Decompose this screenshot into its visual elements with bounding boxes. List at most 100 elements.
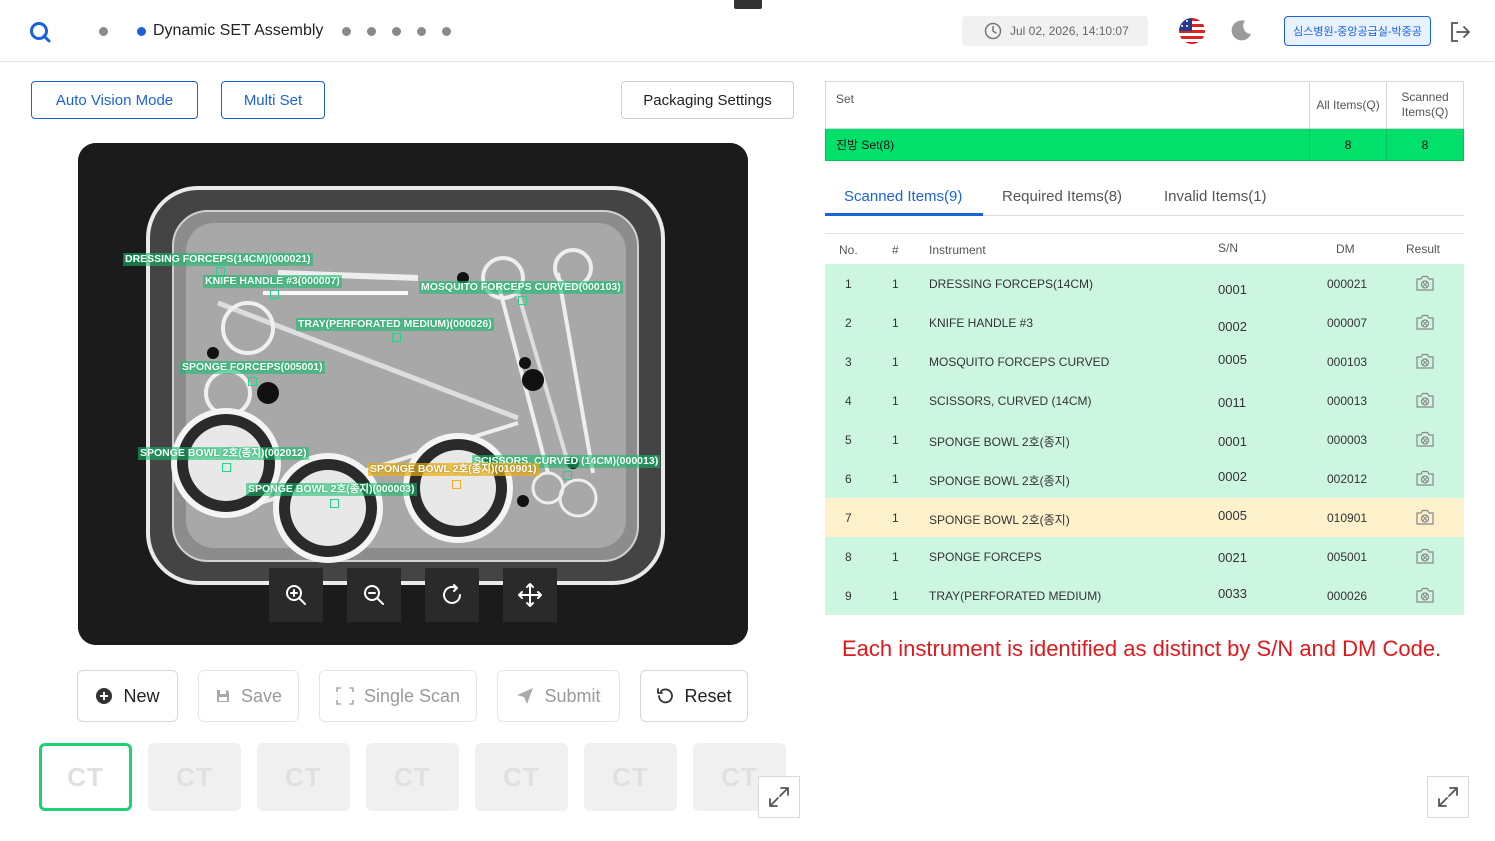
ct-tile[interactable]: CT [475,743,568,811]
reset-button[interactable]: Reset [640,670,748,722]
result-column-header: Result [1406,242,1441,256]
row-count: 1 [892,394,899,408]
single-scan-button-label: Single Scan [363,685,461,706]
detection-label: SPONGE BOWL 2호(종지)(002012) [138,447,309,460]
camera-result-icon[interactable] [1415,430,1435,451]
ct-tile[interactable]: CT [366,743,459,811]
row-count: 1 [892,277,899,291]
row-count: 1 [892,316,899,330]
scan-frame-icon [336,687,354,705]
dm-column-header: DM [1336,242,1355,256]
set-name-cell: 진방 Set(8) [824,128,1311,161]
row-sn: 0001 [1218,282,1247,297]
step-indicator-active[interactable] [137,27,146,36]
step-indicator[interactable] [367,27,376,36]
table-row[interactable]: 8 1 SPONGE FORCEPS 0021 005001 [825,537,1464,576]
step-indicator[interactable] [99,27,108,36]
tab-scanned-items[interactable]: Scanned Items(9) [844,188,962,205]
camera-result-icon[interactable] [1415,547,1435,568]
table-row[interactable]: 3 1 MOSQUITO FORCEPS CURVED 0005 000103 [825,342,1464,381]
app-logo-icon[interactable] [28,20,52,44]
multi-set-button[interactable]: Multi Set [221,81,325,119]
detection-marker [563,471,572,480]
set-column-header: Set [824,81,1311,129]
table-row[interactable]: 9 1 TRAY(PERFORATED MEDIUM) 0033 000026 [825,576,1464,615]
move-icon [518,583,542,607]
row-instrument: TRAY(PERFORATED MEDIUM) [929,589,1102,603]
tray-image [78,143,748,645]
ct-tile[interactable]: CT [257,743,350,811]
row-no: 9 [845,589,852,603]
step-indicator[interactable] [417,27,426,36]
camera-result-icon[interactable] [1415,586,1435,607]
items-tabs: Scanned Items(9) Required Items(8) Inval… [825,178,1464,216]
camera-result-icon[interactable] [1415,469,1435,490]
top-handle [734,0,762,9]
submit-button[interactable]: Submit [497,670,620,722]
table-row[interactable]: 7 1 SPONGE BOWL 2호(종지) 0005 010901 [825,498,1464,537]
ct-tile[interactable]: CT [584,743,677,811]
row-instrument: SPONGE FORCEPS [929,550,1042,564]
moon-theme-icon[interactable] [1228,18,1254,44]
row-no: 3 [845,355,852,369]
tab-required-items[interactable]: Required Items(8) [1002,188,1122,205]
user-badge[interactable]: 심스병원-중앙공급실-박중공 [1284,16,1431,46]
zoom-out-icon [364,585,384,605]
row-no: 8 [845,550,852,564]
detection-marker [330,499,339,508]
camera-result-icon[interactable] [1415,352,1435,373]
camera-result-icon[interactable] [1415,313,1435,334]
table-row[interactable]: 5 1 SPONGE BOWL 2호(종지) 0001 000003 [825,420,1464,459]
table-row[interactable]: 4 1 SCISSORS, CURVED (14CM) 0011 000013 [825,381,1464,420]
row-instrument: SPONGE BOWL 2호(종지) [929,474,1070,488]
row-sn: 0002 [1218,469,1247,484]
zoom-in-button[interactable] [269,568,323,622]
step-indicator[interactable] [342,27,351,36]
table-row[interactable]: 1 1 DRESSING FORCEPS(14CM) 0001 000021 [825,264,1464,303]
detection-label: DRESSING FORCEPS(14CM)(000021) [123,253,313,266]
packaging-settings-button[interactable]: Packaging Settings [621,81,794,119]
single-scan-button[interactable]: Single Scan [319,670,477,722]
app-root: Dynamic SET Assembly Jul 02, 2026, 14:10… [0,0,1495,841]
zoom-out-button[interactable] [347,568,401,622]
all-items-cell: 8 [1309,128,1388,161]
expand-left-button[interactable] [758,776,800,818]
pan-button[interactable] [503,568,557,622]
ct-tile-active[interactable]: CT [39,743,132,811]
table-row[interactable]: 6 1 SPONGE BOWL 2호(종지) 0002 002012 [825,459,1464,498]
save-button[interactable]: Save [198,670,299,722]
detection-marker [270,290,279,299]
tab-invalid-items[interactable]: Invalid Items(1) [1164,188,1267,205]
auto-vision-mode-button[interactable]: Auto Vision Mode [31,81,198,119]
step-indicator[interactable] [442,27,451,36]
refresh-button[interactable] [425,568,479,622]
camera-result-icon[interactable] [1415,391,1435,412]
us-flag-language-icon[interactable] [1178,17,1206,45]
row-dm: 000013 [1327,394,1368,408]
ct-tile[interactable]: CT [148,743,241,811]
row-count: 1 [892,472,899,486]
reset-button-label: Reset [684,685,732,706]
detection-marker [222,463,231,472]
new-button[interactable]: New [77,670,178,722]
row-no: 5 [845,433,852,447]
detection-label: MOSQUITO FORCEPS CURVED(000103) [419,281,623,294]
detection-label-warning: SPONGE BOWL 2호(종지)(010901) [368,463,539,476]
detection-marker [518,296,527,305]
detection-marker [392,333,401,342]
camera-result-icon[interactable] [1415,508,1435,529]
expand-right-button[interactable] [1427,776,1469,818]
set-row[interactable]: 진방 Set(8) 8 8 [824,128,1464,161]
table-row[interactable]: 2 1 KNIFE HANDLE #3 0002 000007 [825,303,1464,342]
row-dm: 000103 [1327,355,1368,369]
row-count: 1 [892,589,899,603]
logout-icon[interactable] [1448,20,1472,44]
camera-feed[interactable]: DRESSING FORCEPS(14CM)(000021) KNIFE HAN… [78,143,748,645]
row-no: 7 [845,511,852,525]
info-note: Each instrument is identified as distinc… [842,636,1442,661]
step-indicator[interactable] [392,27,401,36]
detection-marker-warning [452,480,461,489]
camera-result-icon[interactable] [1415,274,1435,295]
send-icon [517,688,534,704]
row-count: 1 [892,550,899,564]
